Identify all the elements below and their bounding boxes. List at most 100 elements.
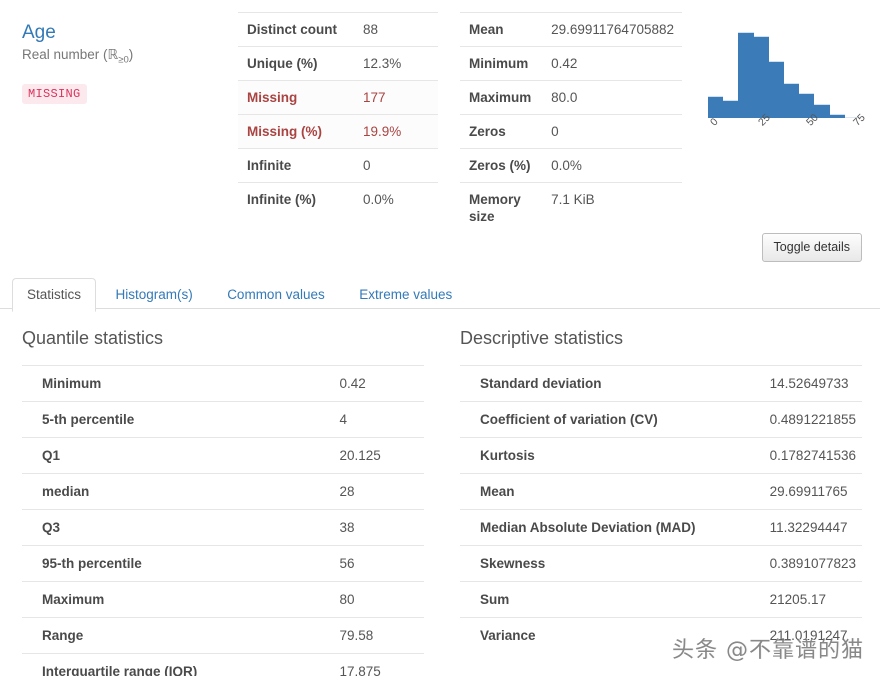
tab-histograms[interactable]: Histogram(s) (100, 278, 207, 312)
quantile-statistics-panel: Quantile statistics Minimum 0.42 5-th perc… (0, 323, 442, 676)
mini-histogram-container: 0 25 50 75 (696, 12, 876, 144)
stat-value: 38 (319, 509, 424, 546)
table-row: 95-th percentile 56 (22, 545, 424, 582)
table-row: Zeros 0 (460, 114, 682, 149)
stat-key: Infinite (238, 148, 354, 183)
stat-value: 0.42 (542, 46, 682, 81)
tab-statistics[interactable]: Statistics (12, 278, 97, 312)
stat-key: Mean (460, 473, 750, 510)
stat-key: Zeros (460, 114, 543, 149)
real-number-symbol: ℝ (107, 47, 119, 62)
stat-key: Mean (460, 12, 543, 47)
stat-value: 0 (542, 114, 682, 149)
table-row: Q3 38 (22, 509, 424, 546)
numeric-stats-body: Mean 29.69911764705882 Minimum 0.42 Maxi… (460, 12, 682, 233)
stat-key: Range (22, 617, 320, 654)
table-row: Mean 29.69911764705882 (460, 12, 682, 47)
stat-key: Standard deviation (460, 365, 750, 402)
stat-value: 0.3891077823 (749, 545, 862, 582)
stat-value: 0.0% (354, 182, 438, 216)
stat-key: Unique (%) (238, 46, 354, 81)
stat-key: Median Absolute Deviation (MAD) (460, 509, 750, 546)
counts-stats-body: Distinct count 88 Unique (%) 12.3% Missi… (238, 12, 438, 216)
table-row: Minimum 0.42 (22, 365, 424, 402)
stat-key: Interquartile range (IQR) (22, 653, 320, 676)
histogram-x-axis: 0 25 50 75 (708, 112, 868, 144)
stat-key: Skewness (460, 545, 750, 582)
histogram-bar (768, 61, 784, 118)
table-row: Distinct count 88 (238, 12, 438, 47)
tab-extreme-values[interactable]: Extreme values (344, 278, 467, 312)
stat-key: Missing (238, 80, 354, 115)
histogram-bar (708, 95, 724, 118)
stat-value: 0.42 (319, 365, 424, 402)
variable-identity: Age Real number (ℝ≥0) MISSING (0, 12, 230, 104)
stat-value: 14.52649733 (749, 365, 862, 402)
stat-key: Maximum (22, 581, 320, 618)
tab-common-values[interactable]: Common values (212, 278, 340, 312)
stat-value: 19.9% (354, 114, 438, 149)
stat-value: 29.69911764705882 (542, 12, 682, 47)
table-row: median 28 (22, 473, 424, 510)
toggle-details-row: Toggle details (0, 233, 880, 267)
numeric-stats-table: Mean 29.69911764705882 Minimum 0.42 Maxi… (460, 12, 682, 233)
table-row: Kurtosis 0.1782741536 (460, 437, 862, 474)
stat-value: 28 (319, 473, 424, 510)
variable-type-suffix: ) (128, 47, 134, 62)
histogram-bar (723, 99, 739, 118)
toggle-details-button[interactable]: Toggle details (761, 233, 862, 262)
table-row: Infinite (%) 0.0% (238, 182, 438, 216)
table-row: Zeros (%) 0.0% (460, 148, 682, 183)
stat-key: 5-th percentile (22, 401, 320, 438)
table-row: Mean 29.69911765 (460, 473, 862, 510)
table-row: Maximum 80.0 (460, 80, 682, 115)
quantile-rows: Minimum 0.42 5-th percentile 4 Q1 20.125 media… (22, 365, 424, 676)
table-row: Range 79.58 (22, 617, 424, 654)
histogram-bar (738, 32, 754, 118)
histogram-bar (783, 82, 800, 118)
stat-key: Maximum (460, 80, 543, 115)
table-row: Q1 20.125 (22, 437, 424, 474)
histogram-bar (753, 36, 769, 118)
stat-value: 11.32294447 (749, 509, 862, 546)
table-row: Memory size 7.1 KiB (460, 182, 682, 233)
counts-stats-table: Distinct count 88 Unique (%) 12.3% Missi… (238, 12, 438, 216)
descriptive-statistics-panel: Descriptive statistics Standard deviatio… (442, 323, 880, 676)
stat-key: Kurtosis (460, 437, 750, 474)
stat-value: 88 (354, 12, 438, 47)
stat-key: median (22, 473, 320, 510)
variable-name: Age (22, 22, 56, 43)
stat-key: Minimum (22, 365, 320, 402)
table-row-missing-pct: Missing (%) 19.9% (238, 114, 438, 149)
table-row: Infinite 0 (238, 148, 438, 183)
variable-summary-block: Age Real number (ℝ≥0) MISSING Distinct c… (0, 0, 880, 233)
stat-value: 29.69911765 (749, 473, 862, 510)
table-row: Skewness 0.3891077823 (460, 545, 862, 582)
stat-value: 80 (319, 581, 424, 618)
descriptive-panel-title: Descriptive statistics (460, 328, 624, 348)
watermark: 头条 @不靠谱的猫 (672, 638, 864, 663)
status-badge-missing: MISSING (22, 83, 87, 104)
table-row: Standard deviation 14.52649733 (460, 365, 862, 402)
statistics-panels: Quantile statistics Minimum 0.42 5-th perc… (0, 309, 880, 676)
stat-value: 0.1782741536 (749, 437, 862, 474)
table-row: Median Absolute Deviation (MAD) 11.322944… (460, 509, 862, 546)
quantile-panel-title: Quantile statistics (22, 328, 164, 348)
stat-value: 79.58 (319, 617, 424, 654)
stat-value: 56 (319, 545, 424, 582)
table-row: Unique (%) 12.3% (238, 46, 438, 81)
stat-value: 20.125 (319, 437, 424, 474)
stat-value: 0 (354, 148, 438, 183)
table-row-missing: Missing 177 (238, 80, 438, 115)
stat-key: Q1 (22, 437, 320, 474)
descriptive-rows: Standard deviation 14.52649733 Coefficient… (460, 365, 862, 653)
histogram-bars (708, 32, 860, 118)
table-row: Sum 21205.17 (460, 581, 862, 618)
stat-value: 17.875 (319, 653, 424, 676)
stat-key: Sum (460, 581, 750, 618)
table-row: Maximum 80 (22, 581, 424, 618)
stat-key: Infinite (%) (238, 182, 354, 216)
quantile-statistics-table: Minimum 0.42 5-th percentile 4 Q1 20.125 media… (22, 365, 424, 676)
stat-value: 12.3% (354, 46, 438, 81)
stat-key: Q3 (22, 509, 320, 546)
